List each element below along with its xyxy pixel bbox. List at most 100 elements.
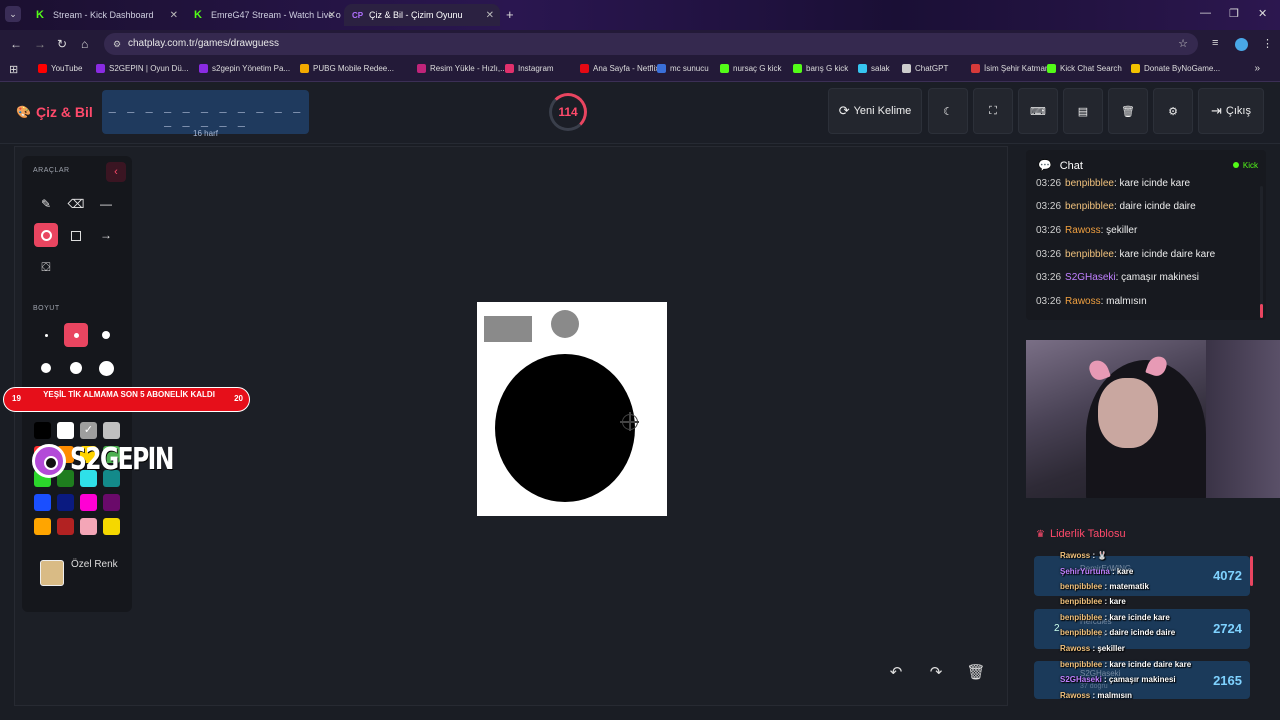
trash-icon: 🗑 [1121,105,1135,118]
bookmark-item[interactable]: PUBG Mobile Redee... [300,64,394,73]
extensions-icon[interactable]: ≡ [1212,37,1218,49]
color-swatch[interactable] [80,518,97,535]
keyboard-button[interactable]: ⌨ [1018,88,1058,134]
tab-search-icon[interactable]: ⌄ [5,6,21,22]
clear-canvas-button[interactable]: 🗑 [961,658,991,688]
tab-kick-dashboard[interactable]: K Stream - Kick Dashboard ✕ [28,4,184,26]
close-window-icon[interactable]: ✕ [1258,7,1267,20]
drawn-small-circle [551,310,579,338]
dark-mode-button[interactable]: ☾ [928,88,968,134]
tab-ciz-bil[interactable]: CP Çiz & Bil - Çizim Oyunu ✕ [344,4,500,26]
fullscreen-button[interactable]: ⛶ [973,88,1013,134]
leaderboard-header: ♛ Liderlik Tablosu [1036,528,1126,540]
chat-username[interactable]: Rawoss [1065,296,1101,307]
tab-label: Stream - Kick Dashboard [53,10,154,20]
color-swatch[interactable] [103,518,120,535]
chat-username[interactable]: S2GHaseki [1065,272,1116,283]
leaderboard-scrollbar[interactable] [1250,556,1253,586]
rectangle-tool[interactable] [64,223,88,247]
chat-username[interactable]: benpibblee [1065,178,1114,189]
bookmark-favicon-icon [505,64,514,73]
color-swatch[interactable] [57,422,74,439]
eraser-tool[interactable]: ⌫ [64,192,88,216]
crown-icon: ♛ [1036,528,1045,540]
size-1[interactable] [34,323,58,347]
brush-icon: ✎ [40,197,52,211]
back-icon[interactable]: ← [10,37,22,51]
forward-icon[interactable]: → [34,37,46,51]
bookmark-star-icon[interactable]: ☆ [1178,33,1188,55]
color-swatch[interactable] [34,494,51,511]
bookmark-item[interactable]: barış G kick [793,64,848,73]
maximize-icon[interactable]: ❐ [1229,7,1239,20]
apps-grid-icon[interactable]: ⊞ [9,63,18,76]
home-icon[interactable]: ⌂ [81,37,88,51]
bookmark-label: Donate ByNoGame... [1144,64,1221,73]
arrow-tool[interactable]: → [94,223,118,247]
color-swatch[interactable] [57,494,74,511]
bookmark-item[interactable]: YouTube [38,64,82,73]
chat-username[interactable]: benpibblee [1065,249,1114,260]
browser-menu-icon[interactable]: ⋮ [1262,37,1273,50]
address-bar[interactable]: ⚙ chatplay.com.tr/games/drawguess ☆ [104,33,1198,55]
color-swatch[interactable] [34,518,51,535]
chat-username[interactable]: benpibblee [1065,201,1114,212]
custom-color-label[interactable]: Özel Renk [71,558,121,572]
collapse-panel-button[interactable]: ‹ [106,162,126,182]
color-swatch[interactable] [80,494,97,511]
drawing-canvas[interactable] [477,302,667,516]
bookmark-item[interactable]: nursaç G kick [720,64,781,73]
undo-button[interactable]: ↶ [881,658,911,688]
bookmark-item[interactable]: İsim Şehir Katman [971,64,1049,73]
circle-tool[interactable] [34,223,58,247]
size-6[interactable] [94,356,118,380]
more-bookmarks-icon[interactable]: » [1254,63,1260,74]
chat-username[interactable]: Rawoss [1065,225,1101,236]
bookmark-item[interactable]: Resim Yükle - Hızlı,... [417,64,507,73]
bookmark-item[interactable]: salak [858,64,890,73]
bookmark-item[interactable]: Kick Chat Search [1047,64,1122,73]
close-tab-icon[interactable]: ✕ [486,10,494,21]
redo-button[interactable]: ↷ [921,658,951,688]
bookmark-item[interactable]: Donate ByNoGame... [1131,64,1220,73]
bookmark-item[interactable]: ChatGPT [902,64,948,73]
overlay-chat-text: : matematik [1102,582,1149,591]
brush-tool[interactable]: ✎ [34,192,58,216]
close-tab-icon[interactable]: ✕ [170,10,178,21]
brand-logo[interactable]: 🎨 Çiz & Bil [16,104,93,120]
new-word-button[interactable]: ⟳ Yeni Kelime [828,88,922,134]
tab-emreg47-stream[interactable]: K EmreG47 Stream - Watch Live o ✕ [186,4,342,26]
profile-avatar[interactable] [1235,38,1248,51]
exit-button[interactable]: ⇥ Çıkış [1198,88,1264,134]
fill-tool[interactable]: ⛋ [34,255,58,279]
size-dot [98,360,114,376]
custom-color-swatch[interactable] [40,560,64,586]
line-tool[interactable]: — [94,192,118,216]
site-info-icon[interactable]: ⚙ [113,33,121,55]
size-2[interactable] [64,323,88,347]
color-swatch[interactable] [34,422,51,439]
color-swatch[interactable] [103,494,120,511]
archive-button[interactable]: ▤ [1063,88,1103,134]
new-tab-icon[interactable]: + [506,7,514,22]
bookmark-item[interactable]: mc sunucu [657,64,709,73]
clear-button[interactable]: 🗑 [1108,88,1148,134]
size-5[interactable] [64,356,88,380]
bookmark-item[interactable]: s2gepin Yönetim Pa... [199,64,290,73]
chat-scrollbar[interactable] [1260,186,1263,318]
size-4[interactable] [34,356,58,380]
bookmark-item[interactable]: Instagram [505,64,554,73]
minimize-icon[interactable]: — [1200,7,1211,19]
close-tab-icon[interactable]: ✕ [328,10,336,21]
settings-button[interactable]: ⚙ [1153,88,1193,134]
kick-icon: K [194,8,202,21]
color-swatch[interactable] [57,518,74,535]
color-swatch[interactable]: ✓ [80,422,97,439]
bookmark-item[interactable]: S2GEPIN | Oyun Dü... [96,64,188,73]
webcam-feed [1026,340,1280,498]
reload-icon[interactable]: ↻ [57,37,67,51]
overlay-chat-user: benpibblee [1060,660,1103,669]
size-3[interactable] [94,323,118,347]
color-swatch[interactable] [103,422,120,439]
bookmark-item[interactable]: Ana Sayfa - Netflix [580,64,659,73]
